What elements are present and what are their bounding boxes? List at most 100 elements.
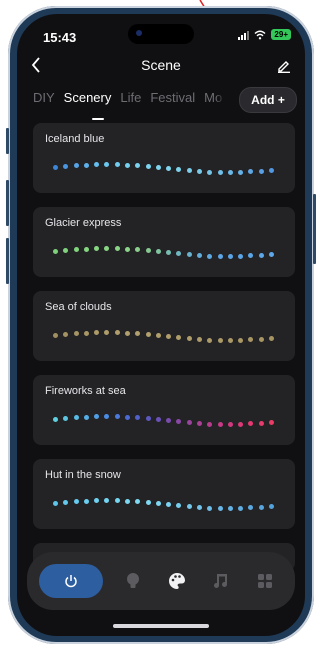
color-dot — [238, 337, 244, 343]
color-dot — [114, 498, 120, 504]
color-dot — [269, 503, 274, 509]
music-button[interactable] — [199, 573, 243, 589]
tab-festival[interactable]: Festival — [150, 90, 195, 114]
color-dot — [83, 246, 89, 252]
color-dot — [83, 330, 89, 336]
color-dot — [145, 500, 151, 505]
power-button[interactable] — [39, 564, 103, 598]
color-dot — [63, 416, 69, 422]
color-dot — [186, 336, 192, 342]
color-dot — [197, 420, 202, 426]
color-dot — [125, 330, 130, 336]
color-dot — [166, 166, 172, 172]
scene-card[interactable]: Hut in the snow — [33, 459, 295, 529]
color-dot — [53, 417, 58, 423]
color-dot — [227, 254, 233, 259]
color-preview — [53, 243, 275, 263]
color-dot — [63, 248, 69, 254]
scene-card[interactable]: Iceland blue — [33, 123, 295, 193]
color-dot — [114, 414, 120, 420]
color-dot — [145, 332, 151, 337]
color-dot — [135, 415, 141, 421]
active-tab-underline — [91, 118, 104, 120]
color-dot — [73, 331, 79, 337]
color-dot — [145, 416, 151, 421]
color-dot — [53, 501, 58, 507]
tab-label: Life — [120, 90, 142, 105]
color-dot — [114, 162, 120, 168]
scene-card[interactable]: Sea of clouds — [33, 291, 295, 361]
grid-button[interactable] — [243, 573, 287, 589]
color-dot — [186, 420, 192, 426]
tab-life[interactable]: Life — [120, 90, 141, 114]
color-dot — [269, 251, 274, 257]
scene-name: Sea of clouds — [45, 301, 112, 313]
tab-diy[interactable]: DIY — [33, 90, 55, 114]
scene-name: Hut in the snow — [45, 469, 121, 481]
color-preview — [53, 327, 275, 347]
color-dot — [186, 252, 192, 258]
color-preview — [53, 159, 275, 179]
scene-list: Iceland blue Glacier express Sea of clou… — [33, 123, 295, 585]
color-dot — [125, 414, 130, 420]
tab-label: Mo — [204, 90, 223, 105]
color-dot — [73, 247, 79, 253]
color-dot — [248, 253, 254, 259]
color-dot — [135, 247, 141, 253]
side-button — [6, 180, 9, 226]
color-dot — [104, 246, 110, 251]
tab-scenery[interactable]: Scenery — [64, 90, 111, 120]
color-dot — [258, 336, 264, 342]
color-dot — [135, 499, 141, 505]
color-dot — [258, 504, 264, 510]
color-dot — [248, 169, 254, 175]
color-dot — [73, 415, 79, 421]
color-dot — [258, 420, 264, 426]
color-dot — [166, 334, 172, 340]
side-button — [6, 128, 9, 154]
color-dot — [53, 333, 58, 339]
color-dot — [104, 498, 110, 503]
scene-name: Fireworks at sea — [45, 385, 126, 397]
scene-card[interactable]: Glacier express — [33, 207, 295, 277]
color-dot — [83, 162, 89, 168]
color-dot — [207, 337, 213, 343]
home-indicator — [113, 624, 209, 628]
color-dot — [94, 162, 100, 168]
color-dot — [145, 248, 151, 253]
color-dot — [166, 418, 172, 424]
palette-button[interactable] — [155, 572, 199, 590]
lightbulb-button[interactable] — [111, 572, 155, 590]
color-dot — [217, 253, 223, 259]
color-dot — [197, 336, 202, 342]
scene-name: Iceland blue — [45, 133, 105, 145]
color-dot — [104, 162, 110, 167]
color-dot — [73, 163, 79, 169]
color-dot — [63, 500, 69, 506]
add-button[interactable]: Add + — [239, 87, 297, 113]
color-dot — [197, 168, 202, 174]
color-dot — [227, 170, 233, 175]
scene-card[interactable]: Fireworks at sea — [33, 375, 295, 445]
status-time: 15:43 — [43, 30, 77, 45]
bottom-bar — [27, 552, 295, 610]
tab-label: DIY — [33, 90, 55, 105]
color-dot — [176, 335, 182, 341]
color-dot — [217, 337, 223, 343]
color-dot — [73, 499, 79, 505]
side-button — [6, 238, 9, 284]
color-dot — [258, 168, 264, 174]
color-dot — [53, 165, 58, 171]
color-dot — [104, 414, 110, 419]
color-dot — [114, 246, 120, 252]
color-dot — [207, 505, 213, 511]
color-dot — [155, 417, 161, 422]
color-dot — [227, 422, 233, 427]
color-dot — [217, 505, 223, 511]
pencil-icon[interactable] — [277, 59, 291, 73]
tab-more[interactable]: Mo — [204, 90, 226, 114]
color-dot — [176, 251, 182, 257]
color-dot — [176, 419, 182, 425]
color-dot — [63, 332, 69, 338]
color-dot — [166, 250, 172, 256]
